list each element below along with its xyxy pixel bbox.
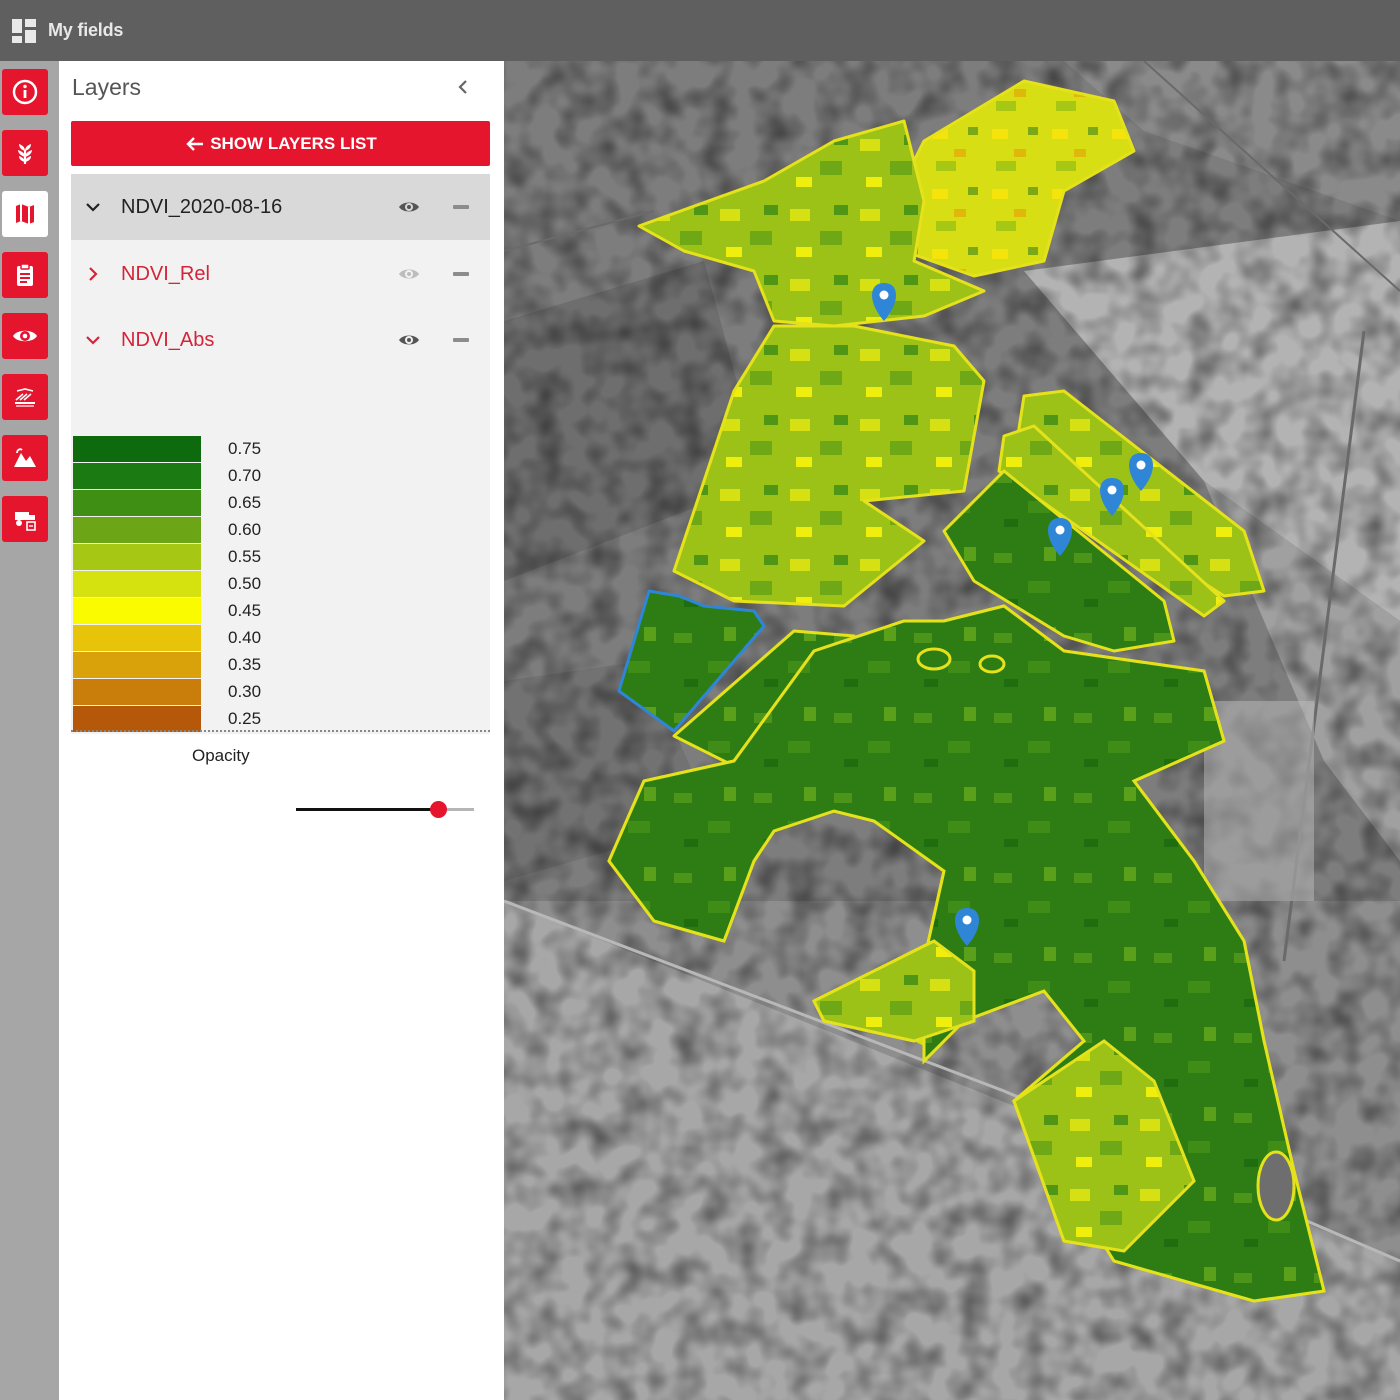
remove-layer-icon[interactable] — [453, 338, 469, 342]
terrain-button[interactable] — [2, 435, 48, 481]
legend-label: 0.60 — [228, 520, 262, 539]
legend-item: 0.70 — [73, 463, 373, 490]
map-icon — [16, 204, 34, 224]
legend-swatch — [73, 625, 201, 651]
layer-row-ndvi-rel[interactable]: NDVI_Rel — [71, 241, 490, 307]
legend-item: 0.25 — [73, 706, 373, 733]
show-layers-list-button[interactable]: SHOW LAYERS LIST — [71, 121, 490, 166]
top-bar: My fields — [0, 0, 1400, 61]
left-toolbar — [0, 61, 59, 1400]
info-icon — [12, 79, 38, 105]
map-canvas[interactable] — [504, 61, 1400, 1400]
crops-button[interactable] — [2, 130, 48, 176]
map-view[interactable] — [504, 61, 1400, 1400]
legend-item: 0.35 — [73, 652, 373, 679]
legend-label: 0.65 — [228, 493, 262, 512]
eye-icon[interactable] — [397, 195, 421, 219]
legend-label: 0.30 — [228, 682, 262, 701]
layers-list: NDVI_2020-08-16 NDVI_Rel NDVI_Abs 0.75 0… — [71, 174, 490, 818]
legend-item: 0.30 — [73, 679, 373, 706]
layer-row-ndvi-abs[interactable]: NDVI_Abs — [71, 307, 490, 373]
legend-swatch — [73, 544, 201, 570]
chevron-down-icon[interactable] — [83, 330, 103, 350]
legend-swatch — [73, 463, 201, 489]
eye-icon[interactable] — [397, 262, 421, 286]
layer-row-ndvi-date[interactable]: NDVI_2020-08-16 — [71, 174, 490, 240]
layer-name: NDVI_Rel — [121, 262, 210, 285]
app-title: My fields — [48, 20, 124, 40]
legend-swatch — [73, 571, 201, 597]
legend-label: 0.75 — [228, 439, 262, 458]
legend-item: 0.75 — [73, 436, 373, 463]
layer-name: NDVI_Abs — [121, 328, 215, 351]
legend-item: 0.60 — [73, 517, 373, 544]
machinery-button[interactable] — [2, 496, 48, 542]
legend-label: 0.25 — [228, 709, 262, 728]
layers-panel-header: Layers — [59, 61, 504, 116]
legend-label: 0.55 — [228, 547, 262, 566]
map-button[interactable] — [2, 191, 48, 237]
legend-label: 0.70 — [228, 466, 262, 485]
legend-item: 0.45 — [73, 598, 373, 625]
legend-item: 0.65 — [73, 490, 373, 517]
legend-item: 0.50 — [73, 571, 373, 598]
chevron-down-icon[interactable] — [83, 197, 103, 217]
landscape-icon — [14, 448, 36, 467]
legend-label: 0.40 — [228, 628, 262, 647]
panel-divider — [71, 730, 490, 732]
eye-icon — [13, 330, 37, 342]
layers-panel: Layers SHOW LAYERS LIST NDVI_2020-08-16 — [59, 61, 504, 1400]
info-button[interactable] — [2, 69, 48, 115]
show-layers-list-label: SHOW LAYERS LIST — [210, 133, 377, 153]
remove-layer-icon[interactable] — [453, 205, 469, 209]
clipboard-icon — [17, 263, 33, 286]
legend-swatch — [73, 517, 201, 543]
dashboard-grid-icon[interactable] — [12, 18, 36, 43]
collapse-panel-icon[interactable] — [451, 75, 475, 99]
legend-label: 0.35 — [228, 655, 262, 674]
legend-item: 0.55 — [73, 544, 373, 571]
remove-layer-icon[interactable] — [453, 272, 469, 276]
legend-swatch — [73, 490, 201, 516]
layer-name: NDVI_2020-08-16 — [121, 195, 283, 218]
field-work-button[interactable] — [2, 374, 48, 420]
field-work-icon — [15, 388, 35, 407]
legend-label: 0.50 — [228, 574, 262, 593]
slider-thumb[interactable] — [430, 801, 447, 818]
legend-item: 0.40 — [73, 625, 373, 652]
panel-title: Layers — [72, 74, 142, 100]
notes-button[interactable] — [2, 252, 48, 298]
legend-swatch — [73, 652, 201, 678]
crop-wheat-icon — [18, 144, 32, 164]
machinery-icon — [15, 512, 36, 531]
chevron-right-icon[interactable] — [83, 264, 103, 284]
arrow-left-icon — [186, 136, 204, 151]
legend-swatch — [73, 679, 201, 705]
monitoring-button[interactable] — [2, 313, 48, 359]
legend-swatch — [73, 598, 201, 624]
legend-swatch — [73, 706, 201, 732]
eye-icon[interactable] — [397, 328, 421, 352]
legend-swatch — [73, 436, 201, 462]
opacity-slider[interactable] — [296, 799, 474, 819]
legend-label: 0.45 — [228, 601, 262, 620]
opacity-label: Opacity — [192, 746, 250, 765]
